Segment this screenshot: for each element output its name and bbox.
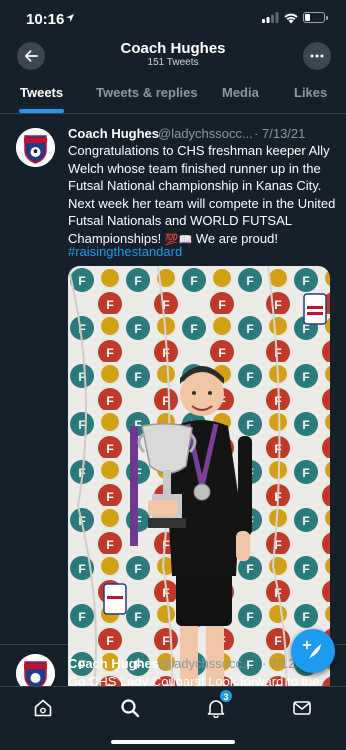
nav-home[interactable]	[30, 695, 56, 721]
envelope-icon	[293, 701, 311, 715]
hashtag-link[interactable]: #raisingthestandard	[68, 244, 182, 259]
tweet-text: Congratulations to CHS freshman keeper A…	[68, 142, 338, 250]
home-icon	[34, 699, 52, 717]
profile-header: Coach Hughes 151 Tweets	[0, 36, 346, 76]
wifi-icon	[284, 13, 298, 24]
avatar[interactable]	[16, 654, 55, 686]
bottom-navigation: 3	[0, 686, 346, 750]
lady-cougars-soccer-logo	[16, 128, 55, 167]
author-handle[interactable]: @ladychssocc...	[158, 656, 253, 671]
page-title: Coach Hughes	[120, 40, 226, 57]
tab-tweets-replies[interactable]: Tweets & replies	[96, 85, 198, 100]
tweet-text: Go CHS Lady Cougars! Look forward to the	[68, 674, 320, 686]
tab-media[interactable]: Media	[222, 85, 259, 100]
cellular-signal-icon	[262, 12, 279, 23]
tab-likes[interactable]: Likes	[294, 85, 327, 100]
date-separator: ·	[254, 126, 259, 141]
home-indicator[interactable]	[111, 740, 235, 744]
lady-cougars-soccer-logo	[16, 654, 55, 686]
author-name[interactable]: Coach Hughes	[68, 656, 159, 671]
nav-messages[interactable]	[289, 695, 315, 721]
tweet-date[interactable]: 7/13/21	[262, 126, 305, 141]
more-options-button[interactable]	[303, 42, 331, 70]
tab-tweets[interactable]: Tweets	[20, 85, 63, 100]
active-tab-indicator	[19, 109, 64, 113]
profile-tabs: Tweets Tweets & replies Media Likes	[0, 80, 346, 114]
search-icon	[121, 699, 140, 718]
tweet-count: 151 Tweets	[147, 57, 199, 68]
tweet-text-end: We are proud!	[192, 230, 278, 246]
avatar[interactable]	[16, 128, 55, 167]
status-bar: 10:16	[0, 0, 346, 36]
tweet[interactable]: Coach Hughes @ladychssocc... · 7/13/21 C…	[0, 114, 346, 750]
nav-search[interactable]	[117, 695, 143, 721]
author-name[interactable]: Coach Hughes	[68, 126, 159, 141]
more-horizontal-icon	[310, 54, 324, 58]
status-time: 10:16	[26, 11, 65, 28]
compose-tweet-button[interactable]	[291, 629, 335, 673]
author-handle[interactable]: @ladychssocc...	[158, 126, 253, 141]
compose-feather-plus-icon	[302, 640, 321, 659]
notification-badge: 3	[219, 689, 233, 703]
location-arrow-icon	[66, 14, 74, 22]
battery-icon	[303, 12, 328, 23]
